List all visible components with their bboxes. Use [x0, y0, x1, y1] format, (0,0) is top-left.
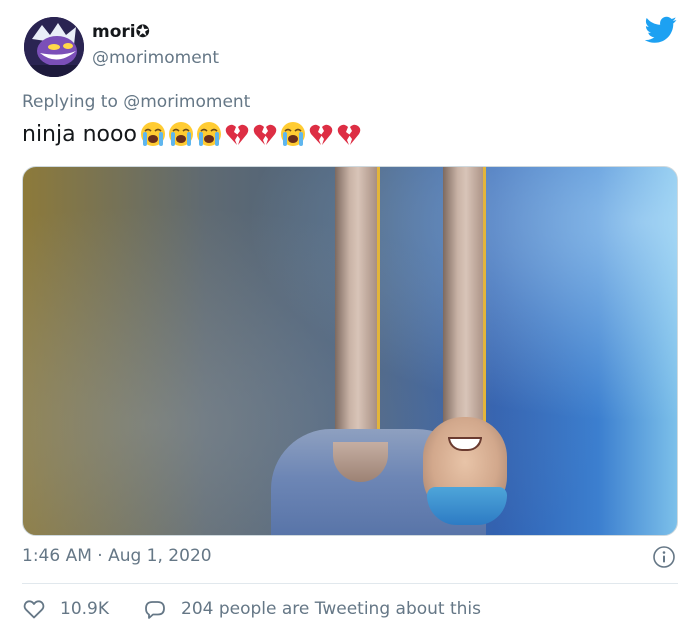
stretched-neck-right	[443, 167, 485, 437]
divider	[22, 583, 678, 584]
stretched-neck-left	[335, 167, 377, 452]
tweet-media-image[interactable]	[22, 166, 678, 536]
media-photo	[23, 167, 677, 535]
author-handle[interactable]: @morimoment	[92, 48, 219, 68]
loudly-crying-face-icon	[195, 120, 223, 148]
tweet-text-content: ninja nooo	[22, 121, 137, 147]
loudly-crying-face-icon	[279, 120, 307, 148]
emoji-row	[139, 120, 363, 148]
avatar[interactable]	[24, 17, 84, 77]
replying-to-line: Replying to @morimoment	[22, 92, 250, 112]
reply-mention-link[interactable]: @morimoment	[123, 92, 250, 112]
action-bar: 10.9K 204 people are Tweeting about this	[22, 597, 481, 621]
tweet-card: mori✪ @morimoment Replying to @morimomen…	[0, 0, 700, 638]
replies-text: 204 people are Tweeting about this	[181, 599, 481, 619]
like-button[interactable]: 10.9K	[22, 597, 143, 621]
replies-link[interactable]: 204 people are Tweeting about this	[143, 597, 481, 621]
tweet-text: ninja nooo	[22, 120, 363, 148]
speech-bubble-icon	[143, 597, 167, 621]
broken-heart-icon	[335, 120, 363, 148]
loudly-crying-face-icon	[167, 120, 195, 148]
broken-heart-icon	[251, 120, 279, 148]
loudly-crying-face-icon	[139, 120, 167, 148]
broken-heart-icon	[307, 120, 335, 148]
heart-icon	[22, 597, 46, 621]
info-icon[interactable]	[652, 545, 676, 569]
author-display-name[interactable]: mori✪	[92, 22, 150, 42]
tweet-timestamp[interactable]: 1:46 AM · Aug 1, 2020	[22, 546, 212, 566]
like-count: 10.9K	[60, 599, 109, 619]
broken-heart-icon	[223, 120, 251, 148]
twitter-bird-icon[interactable]	[644, 16, 677, 44]
replying-to-label: Replying to	[22, 92, 124, 112]
